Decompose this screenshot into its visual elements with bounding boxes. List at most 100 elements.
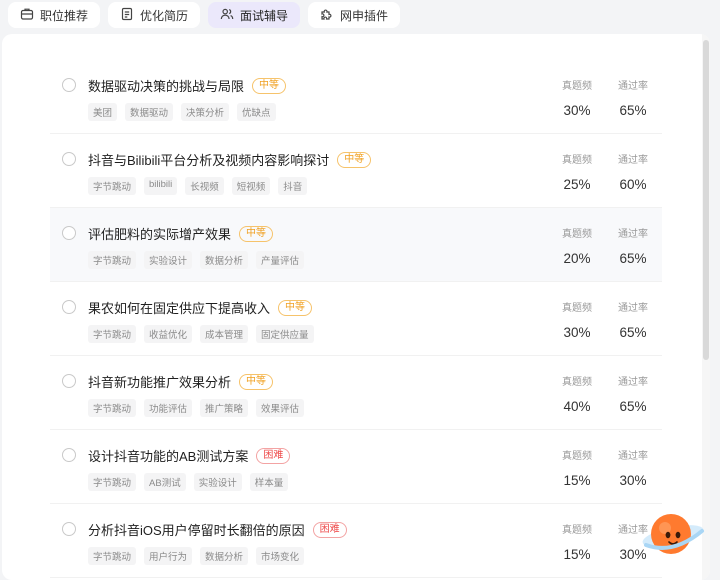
question-item[interactable]: 分析抖音iOS用户停留时长翻倍的原因 困难 字节跳动 用户行为 数据分析 市场变… <box>50 504 662 578</box>
pass-rate-value: 65% <box>619 325 647 340</box>
tag: 功能评估 <box>144 399 193 417</box>
frequency-stat: 真题频 15% <box>552 521 602 562</box>
tag: 效果评估 <box>256 399 305 417</box>
tag: 长视频 <box>185 177 224 195</box>
pass-rate-label: 通过率 <box>618 377 648 388</box>
pass-rate-stat: 通过率 65% <box>608 77 658 118</box>
frequency-stat: 真题频 30% <box>552 77 602 118</box>
pass-rate-stat: 通过率 65% <box>608 373 658 414</box>
pass-rate-label: 通过率 <box>618 81 648 92</box>
question-title-row: 评估肥料的实际增产效果 中等 <box>88 224 274 243</box>
tag-list: 字节跳动 bilibili 长视频 短视频 抖音 <box>88 177 308 195</box>
question-title-row: 设计抖音功能的AB测试方案 困难 <box>88 446 291 465</box>
tab-optimize-resume[interactable]: 优化简历 <box>108 2 201 28</box>
pass-rate-value: 65% <box>619 103 647 118</box>
tag-list: 字节跳动 收益优化 成本管理 固定供应量 <box>88 325 314 343</box>
tab-interview-coaching[interactable]: 面试辅导 <box>208 2 301 28</box>
pass-rate-label: 通过率 <box>618 303 648 314</box>
select-radio[interactable] <box>62 152 76 166</box>
select-radio[interactable] <box>62 522 76 536</box>
difficulty-badge: 中等 <box>337 151 372 168</box>
frequency-value: 20% <box>563 251 591 266</box>
question-item[interactable]: 数据驱动决策的挑战与局限 中等 美团 数据驱动 决策分析 优缺点 真题频 30%… <box>50 60 662 134</box>
question-title: 数据驱动决策的挑战与局限 <box>88 79 245 94</box>
question-title: 抖音与Bilibili平台分析及视频内容影响探讨 <box>88 153 330 168</box>
question-title-row: 抖音与Bilibili平台分析及视频内容影响探讨 中等 <box>88 150 372 169</box>
tag: 字节跳动 <box>88 399 137 417</box>
pass-rate-stat: 通过率 60% <box>608 151 658 192</box>
tab-application-plugin[interactable]: 网申插件 <box>308 2 401 28</box>
question-title-row: 分析抖音iOS用户停留时长翻倍的原因 困难 <box>88 520 347 539</box>
question-item[interactable]: 评估肥料的实际增产效果 中等 字节跳动 实验设计 数据分析 产量评估 真题频 2… <box>50 208 662 282</box>
frequency-label: 真题频 <box>562 81 592 92</box>
puzzle-icon <box>320 7 334 24</box>
tag: 数据分析 <box>200 251 249 269</box>
frequency-stat: 真题频 30% <box>552 299 602 340</box>
tag: 市场变化 <box>256 547 305 565</box>
frequency-value: 30% <box>563 103 591 118</box>
pass-rate-value: 65% <box>619 251 647 266</box>
frequency-value: 15% <box>563 473 591 488</box>
tag: 实验设计 <box>193 473 242 491</box>
tag: 短视频 <box>231 177 271 195</box>
tag: 字节跳动 <box>88 473 137 491</box>
difficulty-badge: 困难 <box>312 521 347 538</box>
pass-rate-stat: 通过率 30% <box>608 447 658 488</box>
frequency-stat: 真题频 40% <box>552 373 602 414</box>
document-icon <box>120 7 134 24</box>
difficulty-badge: 中等 <box>278 299 313 316</box>
pass-rate-value: 30% <box>619 473 647 488</box>
frequency-stat: 真题频 20% <box>552 225 602 266</box>
question-title: 分析抖音iOS用户停留时长翻倍的原因 <box>88 523 305 538</box>
frequency-label: 真题频 <box>562 303 592 314</box>
question-title-row: 抖音新功能推广效果分析 中等 <box>88 372 274 391</box>
tag: AB测试 <box>144 473 186 491</box>
tab-label: 优化简历 <box>140 8 189 23</box>
tag: 字节跳动 <box>88 251 137 269</box>
assistant-mascot-icon[interactable] <box>640 507 706 563</box>
question-title: 果农如何在固定供应下提高收入 <box>88 301 271 316</box>
tag: 成本管理 <box>200 325 249 343</box>
tag: 字节跳动 <box>88 547 137 565</box>
tag: 用户行为 <box>144 547 193 565</box>
frequency-label: 真题频 <box>562 525 592 536</box>
tag: 抖音 <box>278 177 308 195</box>
difficulty-badge: 中等 <box>239 225 274 242</box>
question-title: 设计抖音功能的AB测试方案 <box>88 449 249 464</box>
tag: 数据驱动 <box>125 103 174 121</box>
question-list-panel: 数据驱动决策的挑战与局限 中等 美团 数据驱动 决策分析 优缺点 真题频 30%… <box>2 34 710 580</box>
frequency-stat: 真题频 15% <box>552 447 602 488</box>
select-radio[interactable] <box>62 448 76 462</box>
question-item[interactable]: 果农如何在固定供应下提高收入 中等 字节跳动 收益优化 成本管理 固定供应量 真… <box>50 282 662 356</box>
tag-list: 字节跳动 AB测试 实验设计 样本量 <box>88 473 289 491</box>
difficulty-badge: 中等 <box>239 373 274 390</box>
tab-label: 网申插件 <box>340 8 389 23</box>
tag: 收益优化 <box>144 325 193 343</box>
question-item[interactable]: 设计抖音功能的AB测试方案 困难 字节跳动 AB测试 实验设计 样本量 真题频 … <box>50 430 662 504</box>
tag: 实验设计 <box>144 251 193 269</box>
frequency-label: 真题频 <box>562 377 592 388</box>
select-radio[interactable] <box>62 78 76 92</box>
tag: 优缺点 <box>237 103 276 121</box>
select-radio[interactable] <box>62 226 76 240</box>
frequency-value: 30% <box>563 325 591 340</box>
question-list: 数据驱动决策的挑战与局限 中等 美团 数据驱动 决策分析 优缺点 真题频 30%… <box>50 60 662 578</box>
scrollbar-thumb[interactable] <box>703 40 709 360</box>
question-item[interactable]: 抖音新功能推广效果分析 中等 字节跳动 功能评估 推广策略 效果评估 真题频 4… <box>50 356 662 430</box>
tag: 决策分析 <box>181 103 230 121</box>
select-radio[interactable] <box>62 300 76 314</box>
frequency-label: 真题频 <box>562 155 592 166</box>
tag-list: 美团 数据驱动 决策分析 优缺点 <box>88 103 276 121</box>
tag: 固定供应量 <box>256 325 314 343</box>
tag: 产量评估 <box>256 251 305 269</box>
tag: 字节跳动 <box>88 177 137 195</box>
select-radio[interactable] <box>62 374 76 388</box>
scrollbar[interactable] <box>702 34 710 580</box>
frequency-label: 真题频 <box>562 451 592 462</box>
tag: bilibili <box>144 177 178 195</box>
question-title-row: 果农如何在固定供应下提高收入 中等 <box>88 298 313 317</box>
question-item[interactable]: 抖音与Bilibili平台分析及视频内容影响探讨 中等 字节跳动 bilibil… <box>50 134 662 208</box>
people-icon <box>220 7 234 24</box>
frequency-value: 15% <box>563 547 591 562</box>
tab-job-recommend[interactable]: 职位推荐 <box>8 2 101 28</box>
